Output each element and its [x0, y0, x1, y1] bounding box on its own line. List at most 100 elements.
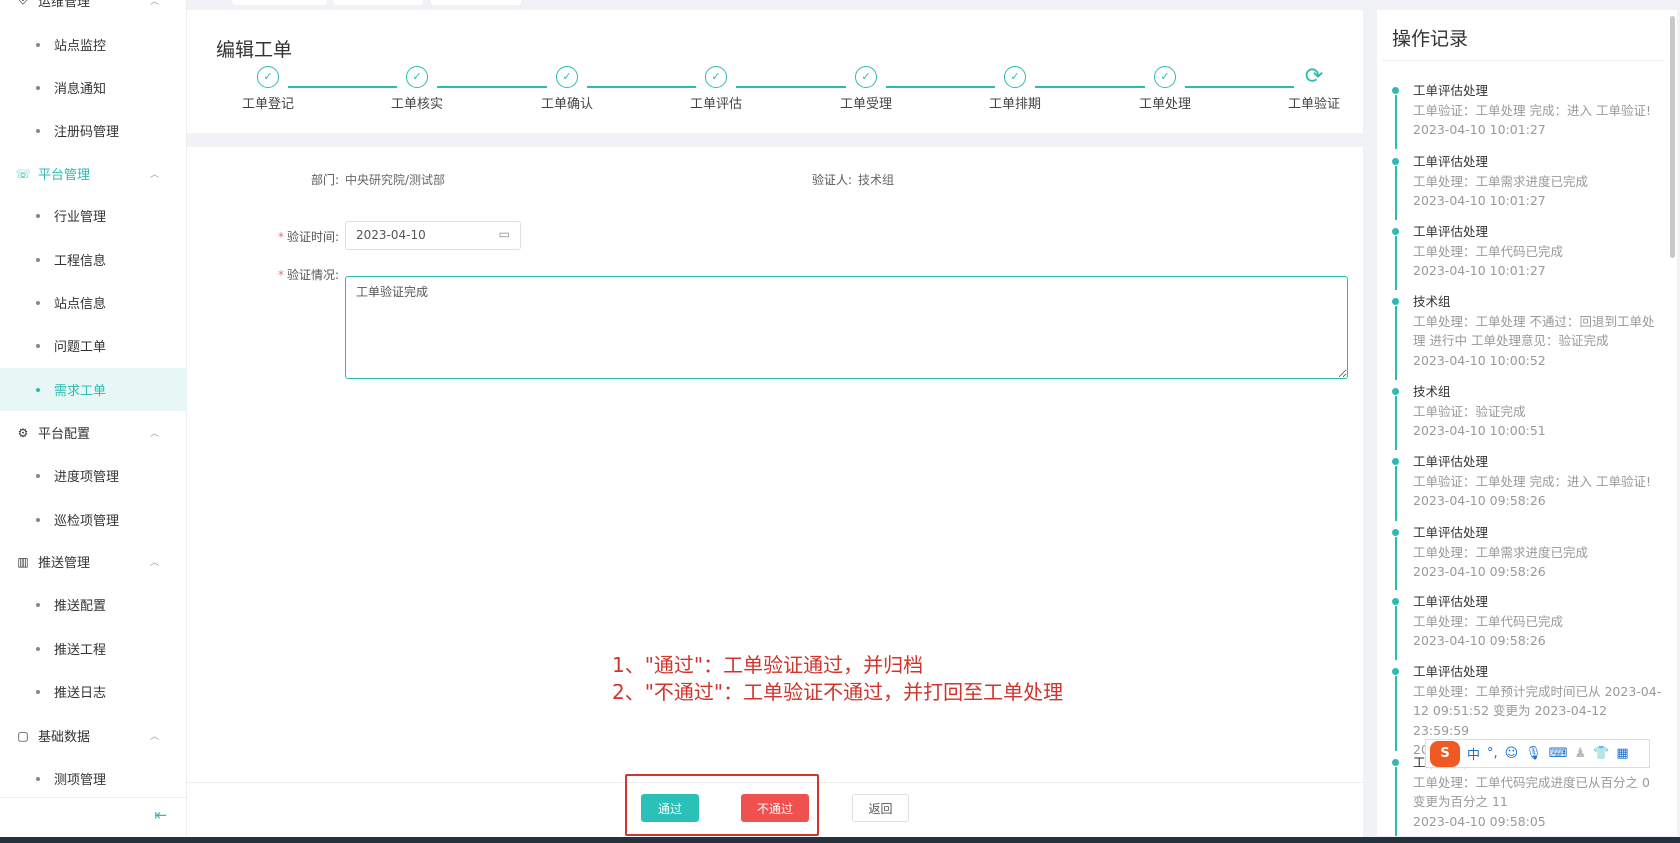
sidebar-item[interactable]: 巡检项管理: [0, 498, 187, 541]
step-8: ⟳工单验证: [1264, 66, 1364, 112]
verify-desc-label: *验证情况:: [187, 266, 339, 283]
sidebar-item-label: 巡检项管理: [54, 510, 119, 529]
chevron-up-icon: ︿: [150, 426, 159, 439]
bullet-icon: [36, 474, 40, 478]
dept-label: 部门:: [187, 171, 339, 188]
ime-language-toggle[interactable]: 中: [1467, 744, 1480, 763]
sidebar-item[interactable]: ⛨运维管理︿: [0, 0, 187, 22]
log-entry-title: 技术组: [1395, 382, 1665, 402]
step-label: 工单登记: [218, 93, 318, 112]
log-entry-time: 2023-04-10 10:01:27: [1395, 191, 1665, 211]
timeline-dot: [1392, 458, 1399, 465]
sidebar-item[interactable]: 进度项管理: [0, 454, 187, 497]
log-entry: 工单评估处理工单验证：工单处理 完成：进入 工单验证!2023-04-10 10…: [1395, 81, 1665, 140]
log-entry-desc: 工单处理：工单处理 不通过：回退到工单处理 进行中 工单处理意见：验证完成: [1395, 312, 1665, 351]
sidebar-item[interactable]: 测项管理: [0, 757, 187, 800]
verifier-label: 验证人:: [747, 171, 852, 188]
calendar-icon: ▭: [499, 227, 510, 241]
sidebar-item-label: 推送日志: [54, 682, 106, 701]
log-entry-title: 工单评估处理: [1395, 662, 1665, 682]
timeline-dot: [1392, 228, 1399, 235]
sidebar-item[interactable]: 推送日志: [0, 670, 187, 713]
verify-time-label: *验证时间:: [187, 228, 339, 245]
back-button[interactable]: 返回: [852, 794, 909, 822]
log-entry-title: 工单评估处理: [1395, 592, 1665, 612]
sidebar-item[interactable]: 推送配置: [0, 583, 187, 626]
verify-time-datepicker[interactable]: 2023-04-10▭: [345, 221, 521, 250]
sidebar-item[interactable]: 需求工单: [0, 368, 187, 411]
microphone-icon[interactable]: 🎙: [1525, 746, 1542, 761]
verify-desc-textarea[interactable]: 工单验证完成: [345, 276, 1348, 379]
sidebar-item[interactable]: 行业管理: [0, 194, 187, 237]
step-4: ✓工单评估: [666, 66, 766, 112]
sidebar-item[interactable]: 问题工单: [0, 324, 187, 367]
log-entry-time: 2023-04-10 09:58:26: [1395, 631, 1665, 651]
sidebar: ⛨运维管理︿站点监控消息通知注册码管理☏平台管理︿行业管理工程信息站点信息问题工…: [0, 0, 187, 837]
timeline-line: [1395, 606, 1397, 660]
sidebar-item-label: 平台配置: [38, 423, 90, 442]
log-entry-desc: 工单验证：工单处理 完成：进入 工单验证!: [1395, 101, 1665, 121]
bullet-icon: [36, 301, 40, 305]
sidebar-item[interactable]: ▢基础数据︿: [0, 714, 187, 757]
emoji-icon[interactable]: ☺: [1505, 746, 1519, 761]
sidebar-item-label: 平台管理: [38, 164, 90, 183]
menu-group-icon: ▢: [16, 729, 30, 743]
sidebar-item[interactable]: 站点信息: [0, 281, 187, 324]
sidebar-item[interactable]: 站点监控: [0, 23, 187, 66]
timeline-dot: [1392, 759, 1399, 766]
timeline-dot: [1392, 598, 1399, 605]
sidebar-item[interactable]: ☏平台管理︿: [0, 152, 187, 195]
sidebar-item[interactable]: 工程信息: [0, 238, 187, 281]
menu-group-icon: ▥: [16, 555, 30, 569]
log-entry-time: 2023-04-10 10:01:27: [1395, 261, 1665, 281]
log-entry-title: 工单评估处理: [1395, 452, 1665, 472]
menu-fold-icon: ⇤: [154, 806, 167, 824]
ime-punct-toggle[interactable]: °,: [1487, 746, 1498, 761]
log-entry-desc: 工单验证：验证完成: [1395, 402, 1665, 422]
step-2: ✓ 工单核实: [367, 66, 467, 112]
bullet-icon: [36, 214, 40, 218]
tab[interactable]: [333, 0, 423, 5]
ime-toolbar[interactable]: S 中 °, ☺ 🎙 ⌨ ♟ 👕 ▦: [1425, 739, 1650, 768]
tab[interactable]: [232, 0, 327, 5]
sidebar-item-label: 基础数据: [38, 726, 90, 745]
log-entry-time: 2023-04-10 09:58:26: [1395, 562, 1665, 582]
sidebar-item-label: 推送配置: [54, 595, 106, 614]
bullet-icon: [36, 258, 40, 262]
collapse-sidebar-button[interactable]: ⇤: [0, 797, 187, 837]
bullet-icon: [36, 518, 40, 522]
log-scrollbar[interactable]: [1670, 16, 1675, 258]
step-label: 工单核实: [367, 93, 467, 112]
bullet-icon: [36, 777, 40, 781]
sidebar-item[interactable]: 注册码管理: [0, 109, 187, 152]
check-circle-icon: ✓: [406, 66, 428, 88]
sidebar-item[interactable]: 推送工程: [0, 627, 187, 670]
timeline-dot: [1392, 158, 1399, 165]
sogou-logo-icon: S: [1430, 741, 1460, 767]
sidebar-item-label: 问题工单: [54, 336, 106, 355]
step-7: ✓工单处理: [1115, 66, 1215, 112]
skin-icon[interactable]: 👕: [1593, 746, 1609, 761]
bullet-icon: [36, 43, 40, 47]
step-label: 工单验证: [1264, 93, 1364, 112]
step-label: 工单排期: [965, 93, 1065, 112]
step-1: ✓工单登记: [218, 66, 318, 112]
timeline-dot: [1392, 298, 1399, 305]
toolbox-icon[interactable]: ▦: [1616, 746, 1628, 761]
sidebar-item[interactable]: ▥推送管理︿: [0, 540, 187, 583]
keyboard-icon[interactable]: ⌨: [1549, 746, 1568, 761]
step-label: 工单评估: [666, 93, 766, 112]
sidebar-item[interactable]: ⚙平台配置︿: [0, 411, 187, 454]
log-entry: 工单评估处理工单处理：工单需求进度已完成2023-04-10 10:01:27: [1395, 152, 1665, 211]
sidebar-item-label: 运维管理: [38, 0, 90, 10]
bullet-icon: [36, 603, 40, 607]
log-entry: 工单评估处理工单处理：工单代码已完成2023-04-10 09:58:26: [1395, 592, 1665, 651]
user-icon[interactable]: ♟: [1575, 746, 1587, 761]
log-divider: [1382, 60, 1665, 61]
log-entry-title: 工单评估处理: [1395, 523, 1665, 543]
log-entry-desc: 工单处理：工单代码已完成: [1395, 612, 1665, 632]
log-entry-desc: 工单处理：工单需求进度已完成: [1395, 172, 1665, 192]
sidebar-item[interactable]: 消息通知: [0, 66, 187, 109]
tab-active[interactable]: [431, 0, 521, 5]
step-5: ✓工单受理: [816, 66, 916, 112]
